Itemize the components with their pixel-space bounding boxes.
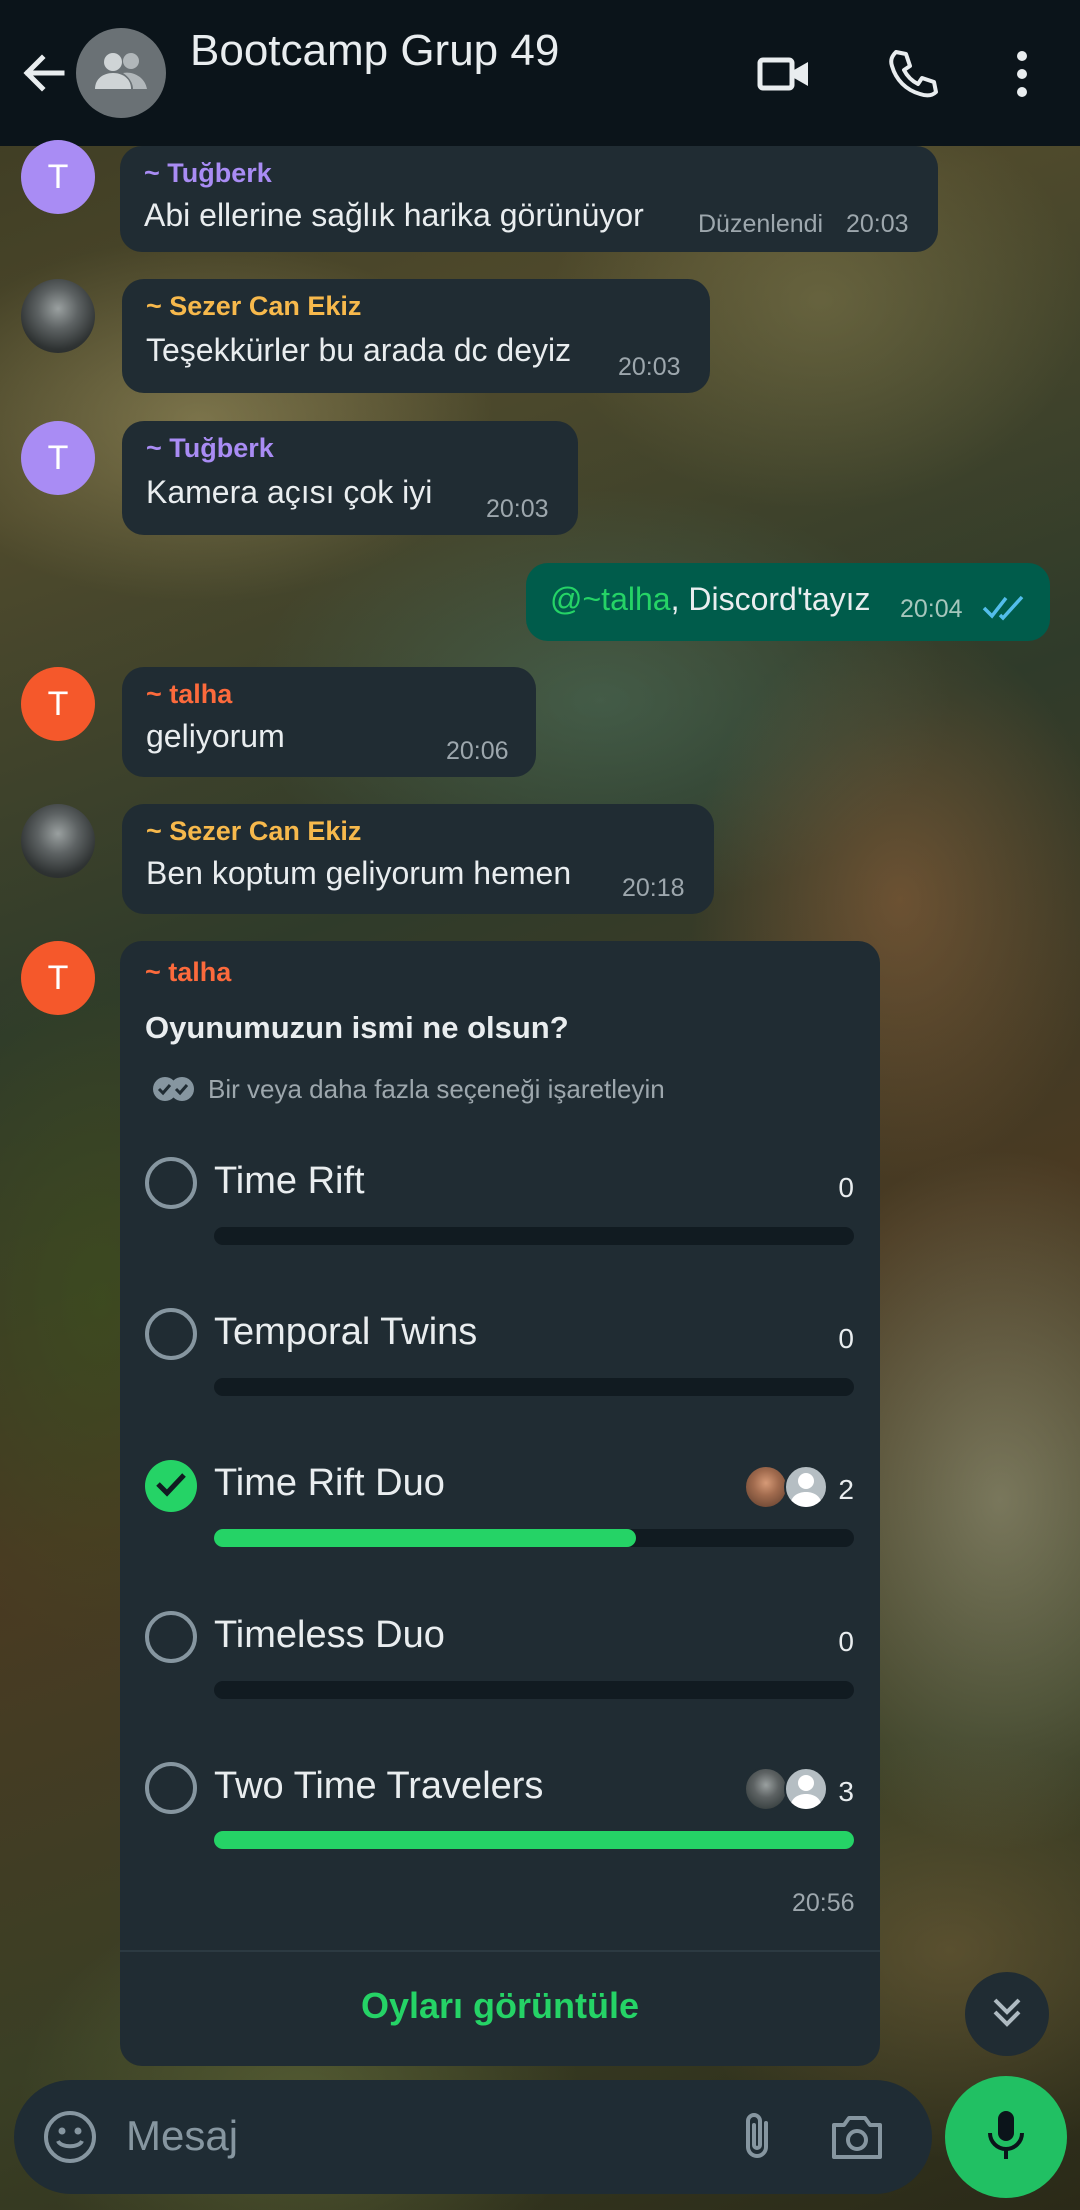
sender-name[interactable]: ~ Tuğberk	[146, 433, 554, 464]
message-text: Ben koptum geliyorum hemen	[146, 855, 572, 891]
emoji-icon[interactable]	[42, 2109, 98, 2170]
poll-option-label[interactable]: Time Rift Duo	[214, 1462, 445, 1505]
arrow-left-icon[interactable]	[18, 48, 68, 98]
voice-call-icon[interactable]	[882, 44, 942, 104]
sender-name[interactable]: ~ talha	[146, 679, 512, 710]
group-avatar[interactable]	[76, 28, 166, 118]
avatar[interactable]	[21, 279, 95, 353]
mention[interactable]: @~talha	[550, 581, 671, 617]
poll-option-count: 0	[838, 1172, 854, 1203]
more-vert-icon[interactable]	[1002, 44, 1062, 104]
sender-name[interactable]: ~ Tuğberk	[144, 158, 914, 189]
poll-option-count: 2	[838, 1474, 854, 1505]
chevron-double-down-icon	[987, 1992, 1027, 2037]
message-time: 20:18	[622, 874, 685, 902]
avatar[interactable]: T	[21, 421, 95, 495]
sender-name[interactable]: ~ talha	[145, 957, 231, 988]
poll-option-bar	[214, 1529, 854, 1547]
message-bubble[interactable]: ~ Tuğberk Abi ellerine sağlık harika gör…	[120, 146, 938, 252]
poll-option-radio-checked[interactable]	[145, 1460, 197, 1512]
message-input[interactable]	[126, 2106, 686, 2166]
poll-question: Oyunumuzun ismi ne olsun?	[145, 1010, 569, 1045]
group-icon	[93, 51, 149, 96]
sender-name[interactable]: ~ Sezer Can Ekiz	[146, 816, 690, 847]
video-call-icon[interactable]	[754, 44, 814, 104]
poll-option-label[interactable]: Temporal Twins	[214, 1311, 477, 1354]
message-text: Teşekkürler bu arada dc deyiz	[146, 332, 572, 368]
poll-option-count: 3	[838, 1776, 854, 1807]
poll-option-bar-fill	[214, 1831, 854, 1849]
mic-icon	[981, 2107, 1031, 2168]
chat-header: Bootcamp Grup 49	[0, 0, 1080, 146]
poll-option-label[interactable]: Time Rift	[214, 1160, 365, 1203]
double-check-icon	[982, 593, 1028, 626]
avatar[interactable]: T	[21, 140, 95, 214]
double-check-circle-icon	[150, 1074, 198, 1109]
poll-option-label[interactable]: Timeless Duo	[214, 1614, 445, 1657]
poll-option-label[interactable]: Two Time Travelers	[214, 1765, 543, 1808]
message-bubble[interactable]: ~ Sezer Can Ekiz Teşekkürler bu arada dc…	[122, 279, 710, 393]
scroll-to-bottom-button[interactable]	[965, 1972, 1049, 2056]
poll-option-radio[interactable]	[145, 1308, 197, 1360]
view-votes-button[interactable]: Oyları görüntüle	[120, 1985, 880, 2027]
chat-title[interactable]: Bootcamp Grup 49	[190, 26, 559, 76]
outgoing-message-bubble[interactable]: @~talha, Discord'tayız 20:04	[526, 563, 1050, 641]
message-time: 20:06	[446, 737, 509, 765]
message-bubble[interactable]: ~ Sezer Can Ekiz Ben koptum geliyorum he…	[122, 804, 714, 914]
poll-option-bar-fill	[214, 1529, 637, 1547]
voter-avatar	[744, 1465, 788, 1509]
edited-label: Düzenlendi	[698, 210, 824, 238]
check-icon	[154, 1469, 188, 1504]
poll-option-radio[interactable]	[145, 1762, 197, 1814]
camera-icon[interactable]	[828, 2109, 886, 2170]
poll-option-bar	[214, 1831, 854, 1849]
poll-option-radio[interactable]	[145, 1611, 197, 1663]
poll-hint: Bir veya daha fazla seçeneği işaretleyin	[208, 1074, 665, 1104]
sender-name[interactable]: ~ Sezer Can Ekiz	[146, 291, 686, 322]
voice-record-button[interactable]	[945, 2076, 1067, 2198]
attach-icon[interactable]	[730, 2109, 786, 2170]
poll-option-count: 0	[838, 1323, 854, 1354]
message-composer	[14, 2080, 932, 2194]
message-time: 20:03	[486, 495, 549, 523]
message-time: 20:04	[900, 595, 963, 623]
poll-option-bar	[214, 1681, 854, 1699]
poll-option-bar	[214, 1227, 854, 1245]
message-time: 20:03	[846, 210, 909, 238]
poll-option-bar	[214, 1378, 854, 1396]
voter-avatar	[744, 1767, 788, 1811]
message-time: 20:03	[618, 353, 681, 381]
message-bubble[interactable]: ~ Tuğberk Kamera açısı çok iyi 20:03	[122, 421, 578, 535]
poll-option-count: 0	[838, 1626, 854, 1657]
message-bubble[interactable]: ~ talha geliyorum 20:06	[122, 667, 536, 777]
poll-divider	[120, 1950, 880, 1952]
message-text: @~talha, Discord'tayız	[550, 581, 871, 617]
avatar[interactable]: T	[21, 941, 95, 1015]
avatar[interactable]	[21, 804, 95, 878]
avatar[interactable]: T	[21, 667, 95, 741]
poll-option-radio[interactable]	[145, 1157, 197, 1209]
message-time: 20:56	[792, 1889, 855, 1917]
